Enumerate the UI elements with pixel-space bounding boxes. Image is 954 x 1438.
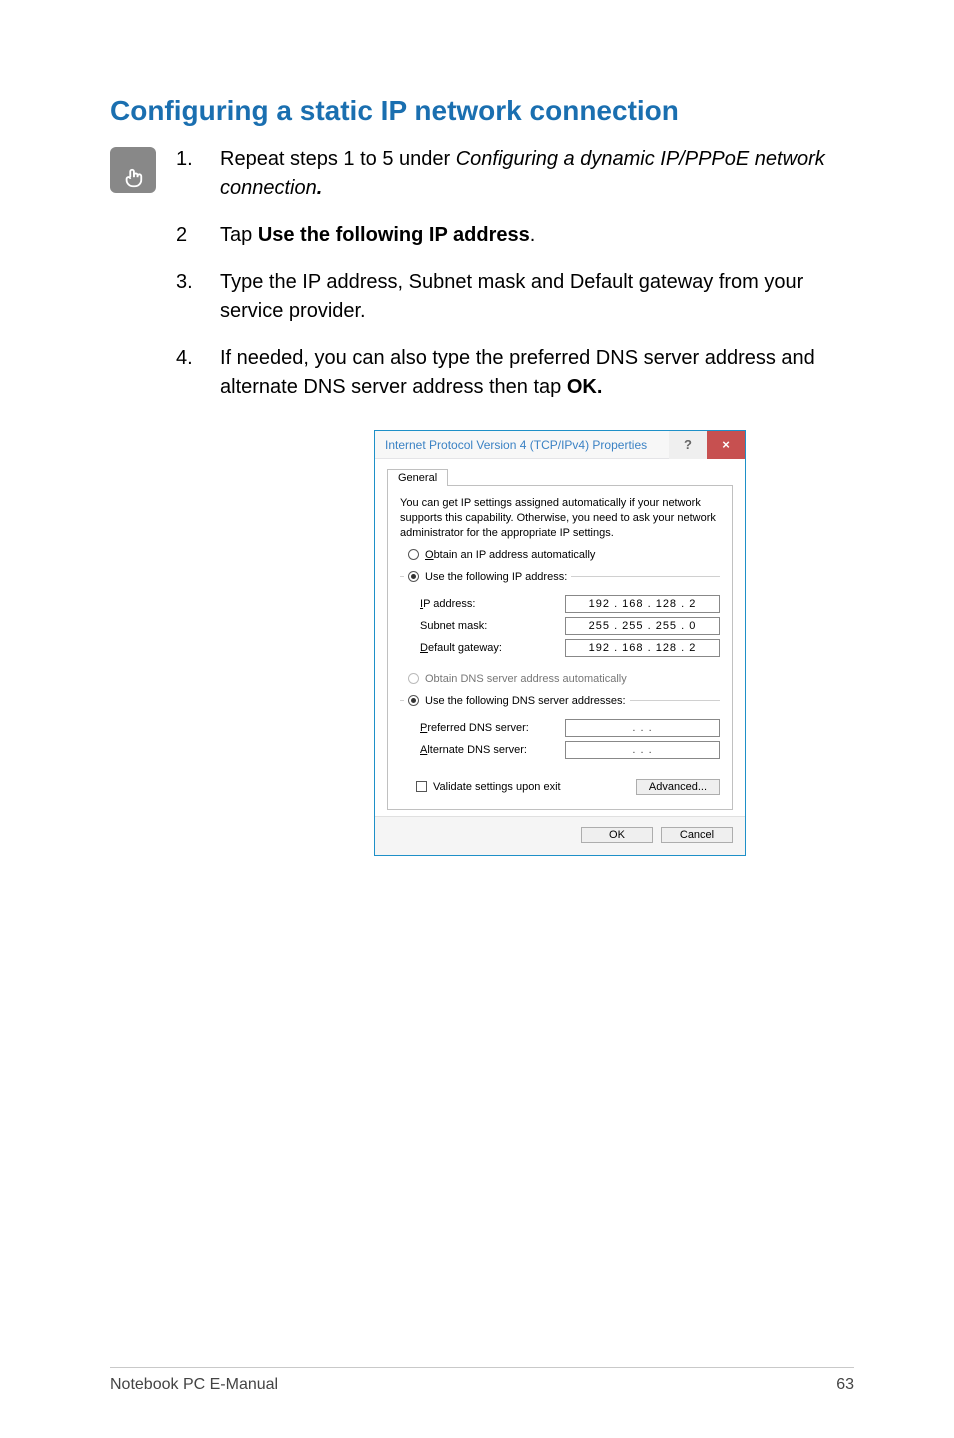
radio-label: Use the following DNS server addresses: — [425, 695, 626, 707]
ipv4-properties-dialog: Internet Protocol Version 4 (TCP/IPv4) P… — [374, 430, 746, 856]
radio-obtain-ip[interactable]: Obtain an IP address automatically — [400, 549, 720, 561]
ip-address-input[interactable]: 192 . 168 . 128 . 2 — [565, 595, 720, 613]
step-body: Type the IP address, Subnet mask and Def… — [220, 268, 854, 326]
radio-icon — [408, 549, 419, 560]
radio-icon — [408, 695, 419, 706]
validate-label: Validate settings upon exit — [433, 781, 561, 793]
step-bold: OK. — [567, 376, 603, 398]
touch-icon — [110, 147, 156, 193]
checkbox-icon — [416, 781, 427, 792]
step-number: 4. — [176, 344, 198, 402]
preferred-dns-label: Preferred DNS server: — [420, 722, 565, 734]
step-2: 2 Tap Use the following IP address. — [176, 221, 854, 250]
step-body: Repeat steps 1 to 5 under Configuring a … — [220, 145, 854, 203]
help-button[interactable]: ? — [669, 431, 707, 459]
alternate-dns-label: Alternate DNS server: — [420, 744, 565, 756]
step-text: If needed, you can also type the preferr… — [220, 347, 815, 398]
preferred-dns-row: Preferred DNS server: . . . — [400, 717, 720, 739]
radio-icon — [408, 571, 419, 582]
dialog-title: Internet Protocol Version 4 (TCP/IPv4) P… — [385, 438, 669, 452]
gateway-input[interactable]: 192 . 168 . 128 . 2 — [565, 639, 720, 657]
titlebar: Internet Protocol Version 4 (TCP/IPv4) P… — [375, 431, 745, 459]
tab-general[interactable]: General — [387, 469, 448, 486]
radio-label: Obtain an IP address automatically — [425, 549, 595, 561]
close-button[interactable]: × — [707, 431, 745, 459]
step-number: 2 — [176, 221, 198, 250]
validate-checkbox-row[interactable]: Validate settings upon exit — [408, 781, 561, 793]
alternate-dns-row: Alternate DNS server: . . . — [400, 739, 720, 761]
step-text: Tap — [220, 224, 258, 246]
step-post: . — [530, 224, 536, 246]
alternate-dns-input[interactable]: . . . — [565, 741, 720, 759]
cancel-button[interactable]: Cancel — [661, 827, 733, 843]
subnet-label: Subnet mask: — [420, 620, 565, 632]
radio-label: Use the following IP address: — [425, 571, 567, 583]
step-body: If needed, you can also type the preferr… — [220, 344, 854, 402]
preferred-dns-input[interactable]: . . . — [565, 719, 720, 737]
step-bold: Use the following IP address — [258, 224, 530, 246]
step-1: 1. Repeat steps 1 to 5 under Configuring… — [176, 145, 854, 203]
step-number: 3. — [176, 268, 198, 326]
step-text: Repeat steps 1 to 5 under — [220, 148, 456, 170]
radio-obtain-dns: Obtain DNS server address automatically — [400, 673, 720, 685]
footer-left: Notebook PC E-Manual — [110, 1376, 278, 1394]
step-number: 1. — [176, 145, 198, 203]
ip-address-label: IP address: — [420, 598, 565, 610]
ok-button[interactable]: OK — [581, 827, 653, 843]
step-4: 4. If needed, you can also type the pref… — [176, 344, 854, 402]
radio-icon — [408, 673, 419, 684]
step-post: . — [317, 177, 323, 199]
footer-page-number: 63 — [836, 1376, 854, 1394]
subnet-row: Subnet mask: 255 . 255 . 255 . 0 — [400, 615, 720, 637]
subnet-input[interactable]: 255 . 255 . 255 . 0 — [565, 617, 720, 635]
gateway-label: Default gateway: — [420, 642, 565, 654]
radio-use-dns[interactable]: Use the following DNS server addresses: — [408, 695, 626, 707]
ip-address-row: IP address: 192 . 168 . 128 . 2 — [400, 593, 720, 615]
section-heading: Configuring a static IP network connecti… — [110, 95, 854, 127]
page-footer: Notebook PC E-Manual 63 — [110, 1367, 854, 1394]
radio-use-ip[interactable]: Use the following IP address: — [408, 571, 567, 583]
dialog-description: You can get IP settings assigned automat… — [400, 496, 720, 541]
advanced-button[interactable]: Advanced... — [636, 779, 720, 795]
step-body: Tap Use the following IP address. — [220, 221, 854, 250]
gateway-row: Default gateway: 192 . 168 . 128 . 2 — [400, 637, 720, 659]
radio-label: Obtain DNS server address automatically — [425, 673, 627, 685]
step-text: Type the IP address, Subnet mask and Def… — [220, 271, 803, 322]
step-3: 3. Type the IP address, Subnet mask and … — [176, 268, 854, 326]
